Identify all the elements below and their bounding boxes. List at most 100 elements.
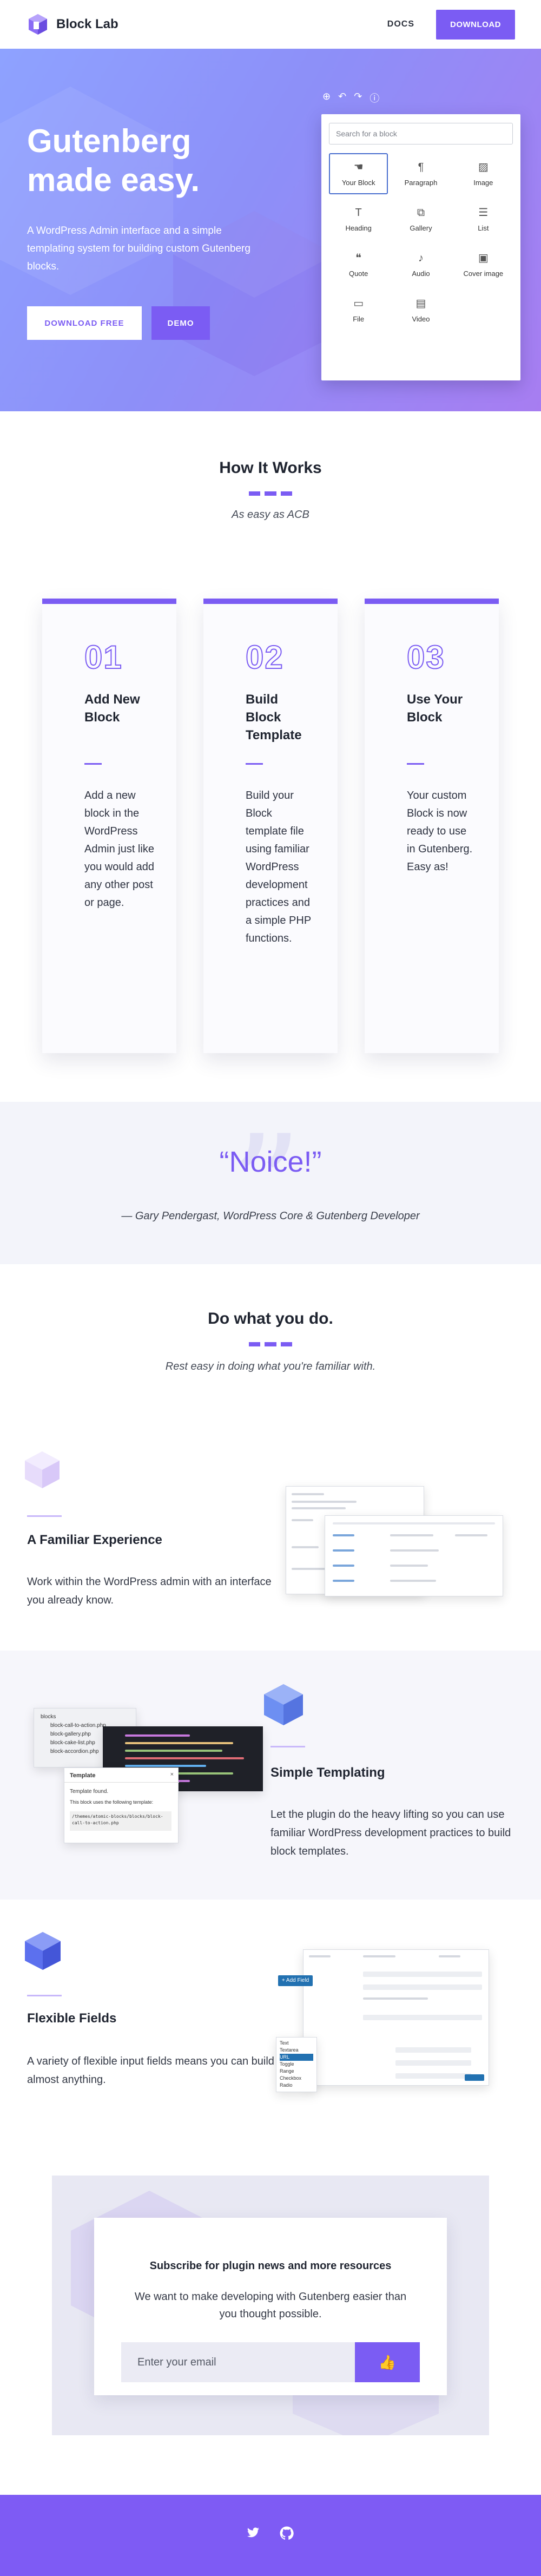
step-body: Add a new block in the WordPress Admin j… <box>84 790 154 909</box>
dropdown-option[interactable]: Text <box>280 2040 313 2047</box>
file-tree-item: block-call-to-action.php <box>50 1723 106 1729</box>
add-block-icon[interactable]: ⊕ <box>322 91 331 105</box>
step-title: Build Block Template <box>246 692 302 742</box>
familiar-title: Do what you do. <box>208 1310 333 1328</box>
main-nav: DOCS DOWNLOAD <box>387 9 515 40</box>
feature-title: Simple Templating <box>270 1765 385 1780</box>
nav-docs-link[interactable]: DOCS <box>387 19 414 29</box>
email-input[interactable]: Enter your email <box>121 2342 355 2382</box>
subscribe-title: Subscribe for plugin news and more resou… <box>149 2260 392 2272</box>
block-item-quote[interactable]: ❝ Quote <box>329 244 388 285</box>
wp-admin-table-screenshot <box>325 1515 503 1596</box>
block-item-label: Heading <box>345 224 372 232</box>
block-item-your-block[interactable]: ☚ Your Block <box>329 153 388 194</box>
testimonial-author: — Gary Pendergast, WordPress Core & Gute… <box>121 1210 420 1222</box>
step-card: 02 Build Block Template Build your Block… <box>203 599 338 1053</box>
dropdown-option-selected[interactable]: URL <box>280 2054 313 2061</box>
site-header: Block Lab DOCS DOWNLOAD <box>0 0 541 49</box>
step-body: Build your Block template file using fam… <box>246 790 311 944</box>
hexagon-icon <box>264 1684 303 1725</box>
popup-text: This block uses the following template: <box>70 1799 154 1805</box>
block-item-heading[interactable]: T Heading <box>329 199 388 240</box>
editor-toolbar: ⊕ ↶ ↷ ⓘ <box>322 91 379 105</box>
subscribe-text: We want to make developing with Gutenber… <box>134 2291 407 2320</box>
dropdown-option[interactable]: Checkbox <box>280 2075 313 2082</box>
hand-icon: ☚ <box>353 161 364 173</box>
popup-found: Template found. <box>70 1789 109 1795</box>
how-it-works-subtitle: As easy as ACB <box>232 509 309 521</box>
block-item-label: Quote <box>348 269 368 278</box>
feature-text: Work within the WordPress admin with an … <box>27 1576 272 1606</box>
undo-icon[interactable]: ↶ <box>338 91 346 105</box>
familiar-subtitle: Rest easy in doing what you're familiar … <box>165 1361 376 1372</box>
step-divider <box>84 763 102 765</box>
close-icon[interactable]: × <box>170 1771 174 1778</box>
block-search-input[interactable]: Search for a block <box>329 123 513 144</box>
redo-icon[interactable]: ↷ <box>354 91 362 105</box>
feature-title: A Familiar Experience <box>27 1533 162 1547</box>
image-icon: ▨ <box>478 161 489 173</box>
info-icon[interactable]: ⓘ <box>370 91 379 105</box>
twitter-icon[interactable] <box>246 2526 260 2539</box>
nav-download-button[interactable]: DOWNLOAD <box>436 9 515 40</box>
brand-name: Block Lab <box>56 17 118 31</box>
block-item-image[interactable]: ▨ Image <box>454 153 513 194</box>
hero-section: Gutenberg made easy. A WordPress Admin i… <box>0 49 541 411</box>
file-tree-item: blocks <box>41 1714 56 1720</box>
dropdown-option[interactable]: Textarea <box>280 2047 313 2054</box>
subscribe-card: Subscribe for plugin news and more resou… <box>94 2218 447 2395</box>
feature-divider <box>27 1995 62 1996</box>
demo-button[interactable]: DEMO <box>151 306 210 340</box>
block-item-file[interactable]: ▭ File <box>329 290 388 331</box>
feature-text: Let the plugin do the heavy lifting so y… <box>270 1809 511 1857</box>
hexagon-icon <box>25 1932 61 1970</box>
block-item-cover-image[interactable]: ▣ Cover image <box>454 244 513 285</box>
hero-title: Gutenberg made easy. <box>27 123 200 198</box>
gallery-icon: ⧉ <box>417 206 425 219</box>
github-icon[interactable] <box>280 2526 294 2540</box>
feature-divider <box>270 1746 305 1747</box>
block-item-video[interactable]: ▤ Video <box>391 290 450 331</box>
list-icon: ☰ <box>478 206 489 219</box>
block-item-label: Paragraph <box>404 178 438 187</box>
step-number: 01 <box>84 639 123 676</box>
block-item-gallery[interactable]: ⧉ Gallery <box>391 199 450 240</box>
block-item-list[interactable]: ☰ List <box>454 199 513 240</box>
how-it-works-title: How It Works <box>219 459 322 477</box>
testimonial-section: ” “Noice!” — Gary Pendergast, WordPress … <box>0 1102 541 1264</box>
download-free-button[interactable]: DOWNLOAD FREE <box>27 306 142 340</box>
popup-path: /themes/atomic-blocks/blocks/block-call-… <box>70 1811 171 1831</box>
block-item-label: Image <box>473 178 493 187</box>
block-inserter-panel: Search for a block ☚ Your Block ¶ Paragr… <box>321 114 520 380</box>
step-number: 03 <box>406 639 445 676</box>
subscribe-button[interactable]: 👍 <box>355 2342 420 2382</box>
heading-icon: T <box>355 206 362 219</box>
step-card: 03 Use Your Block Your custom Block is n… <box>365 599 499 1053</box>
dropdown-option[interactable]: Toggle <box>280 2061 313 2068</box>
file-tree-item: block-accordion.php <box>50 1749 99 1754</box>
quote-icon: ❝ <box>355 252 362 264</box>
step-divider <box>246 763 263 765</box>
field-type-dropdown[interactable]: Text Textarea URL Toggle Range Checkbox … <box>276 2037 317 2092</box>
step-number: 02 <box>245 639 284 676</box>
section-divider <box>249 491 292 496</box>
dropdown-option[interactable]: Range <box>280 2068 313 2075</box>
cover-image-icon: ▣ <box>478 252 489 264</box>
paragraph-icon: ¶ <box>418 161 424 173</box>
hexagon-icon <box>25 1451 60 1488</box>
block-lab-logo-icon <box>29 14 47 35</box>
dropdown-option[interactable]: Radio <box>280 2082 313 2089</box>
block-fields-screenshot <box>303 1949 489 2086</box>
site-footer <box>0 2495 541 2576</box>
audio-icon: ♪ <box>418 252 424 264</box>
block-item-audio[interactable]: ♪ Audio <box>391 244 450 285</box>
feature-title: Flexible Fields <box>27 2011 117 2026</box>
block-item-label: Audio <box>412 269 430 278</box>
block-item-label: File <box>353 314 365 323</box>
file-tree-item: block-gallery.php <box>50 1731 91 1737</box>
brand[interactable]: Block Lab <box>26 12 118 36</box>
add-field-button[interactable]: + Add Field <box>278 1975 313 1986</box>
file-tree: blocks block-call-to-action.php block-ga… <box>41 1713 106 1756</box>
block-item-paragraph[interactable]: ¶ Paragraph <box>391 153 450 194</box>
block-item-label: Cover image <box>463 269 504 278</box>
